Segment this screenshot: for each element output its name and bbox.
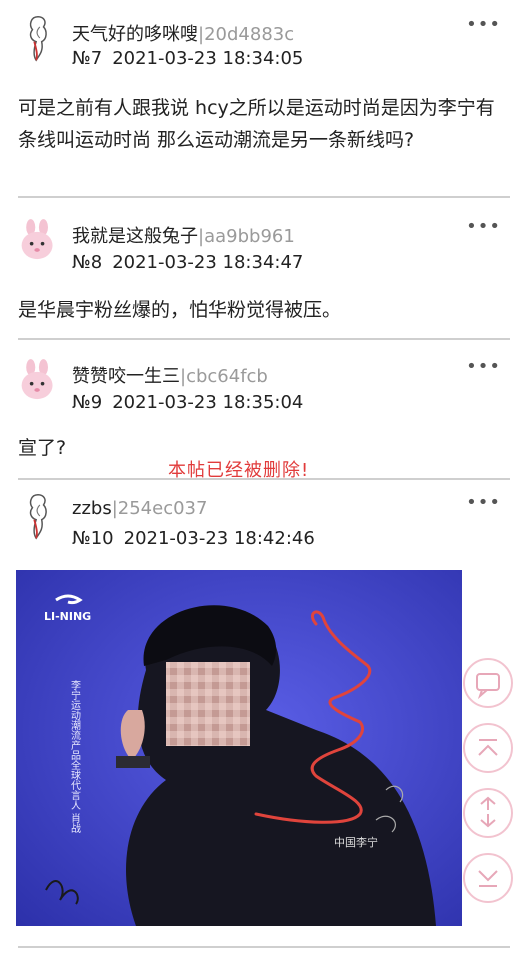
post-meta: №10 2021-03-23 18:42:46 bbox=[72, 528, 315, 549]
username[interactable]: zzbs bbox=[72, 498, 112, 519]
divider bbox=[18, 478, 510, 480]
post-content: 可是之前有人跟我说 hcy之所以是运动时尚是因为李宁有条线叫运动时尚 那么运动潮… bbox=[18, 97, 495, 151]
username-line[interactable]: 天气好的哆咪嗖|20d4883c bbox=[72, 20, 294, 46]
user-id: 254ec037 bbox=[117, 498, 208, 519]
vertical-caption: 李宁运动潮流产品全球代言人 肖战 bbox=[69, 679, 81, 834]
more-options-button[interactable]: ••• bbox=[466, 216, 501, 237]
post-meta: №9 2021-03-23 18:35:04 bbox=[72, 392, 303, 413]
post-datetime: 2021-03-23 18:34:47 bbox=[112, 252, 304, 273]
post-datetime: 2021-03-23 18:35:04 bbox=[112, 392, 304, 413]
username[interactable]: 天气好的哆咪嗖 bbox=[72, 24, 198, 45]
more-options-button[interactable]: ••• bbox=[466, 356, 501, 377]
username-line[interactable]: zzbs|254ec037 bbox=[72, 498, 207, 519]
scroll-bottom-button[interactable] bbox=[463, 853, 513, 903]
post-datetime: 2021-03-23 18:42:46 bbox=[123, 528, 315, 549]
floor-number: №10 bbox=[72, 528, 114, 549]
floor-number: №7 bbox=[72, 48, 103, 69]
divider bbox=[18, 338, 510, 340]
post-meta: №7 2021-03-23 18:34:05 bbox=[72, 48, 303, 69]
refresh-icon bbox=[480, 796, 496, 828]
divider bbox=[18, 946, 510, 948]
user-id: 20d4883c bbox=[204, 24, 295, 45]
more-options-button[interactable]: ••• bbox=[466, 14, 501, 35]
post-datetime: 2021-03-23 18:34:05 bbox=[112, 48, 304, 69]
pink-bunny-avatar[interactable] bbox=[18, 356, 58, 404]
scroll-top-button[interactable] bbox=[463, 723, 513, 773]
comment-icon bbox=[476, 673, 500, 700]
post-image[interactable]: LI-NING 李宁运动潮流产品全球代言人 肖战 中国李宁 bbox=[16, 570, 462, 926]
post-meta: №8 2021-03-23 18:34:47 bbox=[72, 252, 303, 273]
sketch-figure-avatar[interactable] bbox=[18, 14, 58, 62]
post-content: 是华晨宇粉丝爆的，怕华粉觉得被压。 bbox=[18, 299, 342, 321]
sketch-figure-avatar[interactable] bbox=[18, 492, 58, 540]
scroll-top-icon bbox=[478, 739, 498, 756]
brand-logo: LI-NING bbox=[44, 610, 91, 623]
username[interactable]: 赞赞咬一生三 bbox=[72, 366, 180, 387]
username-line[interactable]: 我就是这般兔子|aa9bb961 bbox=[72, 222, 295, 248]
username[interactable]: 我就是这般兔子 bbox=[72, 226, 198, 247]
floor-number: №8 bbox=[72, 252, 103, 273]
refresh-button[interactable] bbox=[463, 788, 513, 838]
divider bbox=[18, 196, 510, 198]
pink-bunny-avatar[interactable] bbox=[18, 216, 58, 264]
scroll-bottom-icon bbox=[478, 870, 498, 887]
user-id: cbc64fcb bbox=[186, 366, 268, 387]
comment-button[interactable] bbox=[463, 658, 513, 708]
jacket-text: 中国李宁 bbox=[334, 835, 378, 849]
user-id: aa9bb961 bbox=[204, 226, 295, 247]
floor-number: №9 bbox=[72, 392, 103, 413]
username-line[interactable]: 赞赞咬一生三|cbc64fcb bbox=[72, 362, 268, 388]
more-options-button[interactable]: ••• bbox=[466, 492, 501, 513]
